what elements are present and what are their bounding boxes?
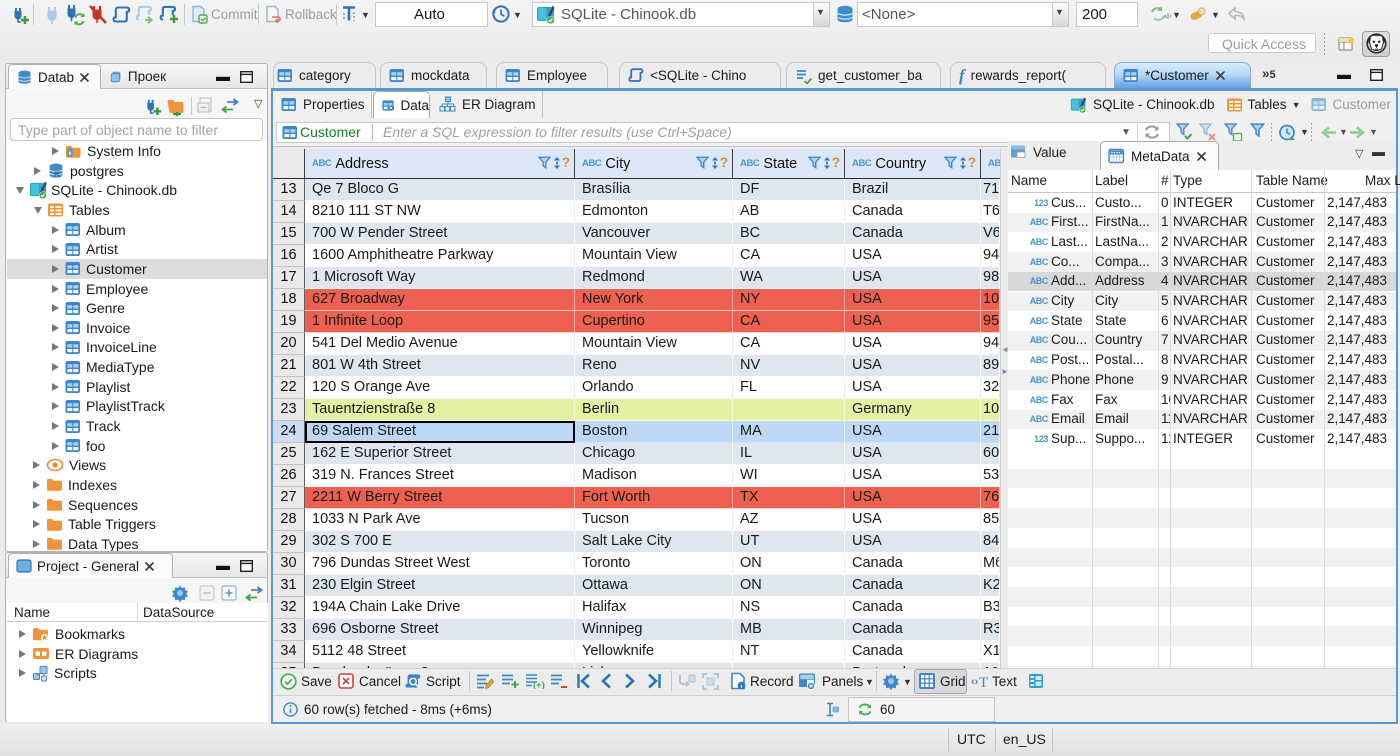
- svg-text:‹›: ‹›: [971, 676, 979, 688]
- svg-text:<>: <>: [387, 104, 394, 111]
- svg-text:(+): (+): [533, 680, 545, 689]
- svg-text:T: T: [979, 675, 988, 689]
